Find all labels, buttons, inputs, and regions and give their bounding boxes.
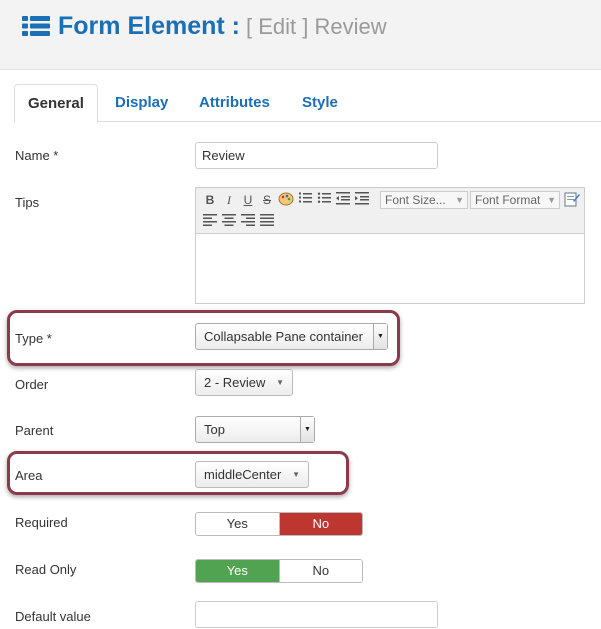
area-select-value: middleCenter [204,467,282,482]
default-value-input[interactable] [195,601,438,628]
font-size-select[interactable]: Font Size... ▼ [380,191,468,209]
chevron-down-icon: ▼ [455,195,464,205]
tab-bar: General Display Attributes Style [14,84,601,123]
outdent-icon[interactable] [334,191,352,209]
tips-editor: B I U S Font Size... ▼ Font Format ▼ [195,187,585,304]
chevron-down-icon: ▼ [276,378,284,387]
name-label: Name * [15,148,59,163]
outdent-svg [336,192,350,205]
edit-source-icon[interactable] [563,191,581,209]
chevron-down-icon: ▼ [373,324,387,349]
bold-button[interactable]: B [201,191,219,209]
area-select[interactable]: middleCenter ▼ [195,461,309,488]
read-only-label: Read Only [15,562,77,577]
ordered-list-svg [299,192,312,203]
palette-icon[interactable] [277,191,295,209]
read-only-no-button[interactable]: No [278,560,362,582]
italic-button[interactable]: I [220,191,238,209]
tab-general[interactable]: General [14,84,98,123]
parent-select-value: Top [204,422,225,437]
align-right-icon[interactable] [239,213,257,231]
align-right-svg [241,214,255,226]
required-label: Required [15,515,68,530]
tab-attributes[interactable]: Attributes [186,84,283,122]
indent-icon[interactable] [353,191,371,209]
page-header: Form Element :[ Edit ] Review [0,0,601,70]
unordered-list-svg [317,192,331,203]
align-left-icon[interactable] [201,213,219,231]
order-select[interactable]: 2 - Review ▼ [195,369,293,396]
tab-display[interactable]: Display [102,84,181,122]
read-only-yes-button[interactable]: Yes [196,560,279,582]
page-subtitle: [ Edit ] Review [245,14,387,39]
edit-source-svg [564,192,580,207]
align-left-svg [203,214,217,226]
strikethrough-button[interactable]: S [258,191,276,209]
order-label: Order [15,377,49,392]
parent-select[interactable]: Top ▼ [195,416,315,443]
unordered-list-icon[interactable] [315,191,333,209]
tab-style[interactable]: Style [289,84,351,122]
align-center-icon[interactable] [220,213,238,231]
chevron-down-icon: ▼ [300,417,314,442]
order-select-value: 2 - Review [204,375,266,390]
page-title: Form Element :[ Edit ] Review [58,12,387,41]
font-format-select[interactable]: Font Format ▼ [470,191,560,209]
align-center-svg [222,214,236,226]
type-select-value: Collapsable Pane container [204,329,363,344]
required-no-button[interactable]: No [278,513,362,535]
required-toggle: Yes No [195,512,363,536]
ordered-list-icon[interactable] [296,191,314,209]
type-select[interactable]: Collapsable Pane container ▼ [195,323,388,350]
palette-icon-svg [278,192,294,206]
font-size-placeholder: Font Size... [385,193,446,207]
align-justify-svg [260,214,274,226]
chevron-down-icon: ▼ [292,470,300,479]
type-label: Type * [15,331,52,346]
default-value-label: Default value [15,609,91,624]
parent-label: Parent [15,423,54,438]
required-yes-button[interactable]: Yes [196,513,279,535]
underline-button[interactable]: U [239,191,257,209]
read-only-toggle: Yes No [195,559,363,583]
font-format-placeholder: Font Format [475,193,541,207]
align-justify-icon[interactable] [258,213,276,231]
tips-label: Tips [15,195,40,210]
page-title-main: Form Element : [58,12,240,40]
indent-svg [355,192,369,205]
editor-toolbar: B I U S Font Size... ▼ Font Format ▼ [196,188,584,234]
chevron-down-icon: ▼ [547,195,556,205]
area-label: Area [15,468,43,483]
list-icon [22,16,50,36]
editor-content-area[interactable] [196,234,584,303]
name-input[interactable]: Review [195,142,438,169]
